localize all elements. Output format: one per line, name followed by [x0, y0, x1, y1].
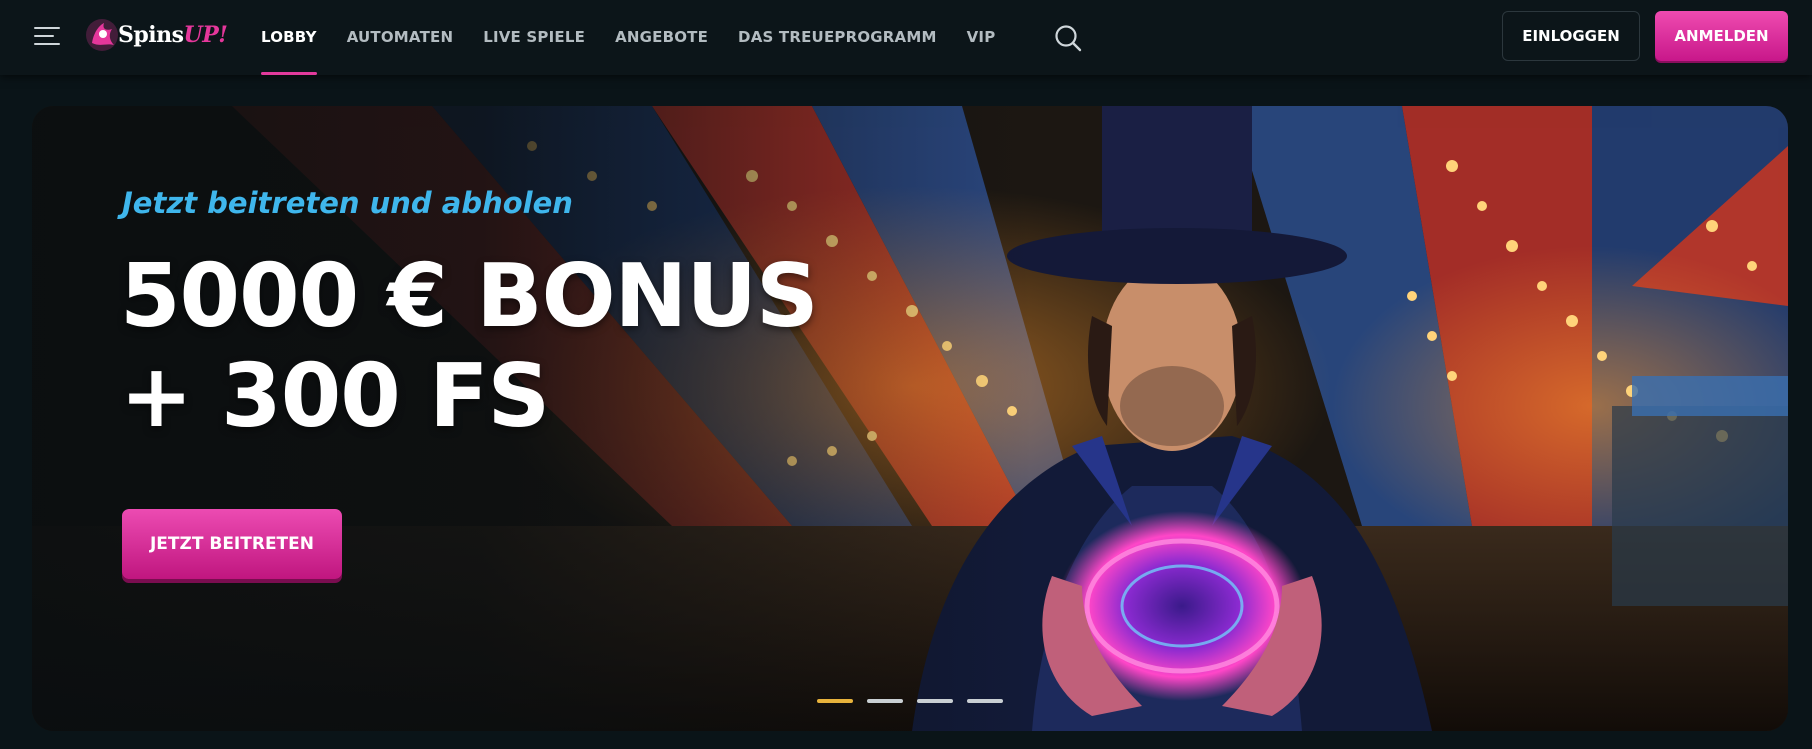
hero-subtitle: Jetzt beitreten und abholen: [122, 186, 573, 220]
search-icon[interactable]: [1053, 23, 1083, 53]
slide-dot-4[interactable]: [967, 699, 1003, 703]
slide-dot-2[interactable]: [867, 699, 903, 703]
join-now-button[interactable]: JETZT BEITRETEN: [122, 509, 342, 579]
nav-vip[interactable]: VIP: [967, 0, 996, 75]
nav-live-spiele[interactable]: LIVE SPIELE: [483, 0, 585, 75]
main-nav: LOBBY AUTOMATEN LIVE SPIELE ANGEBOTE DAS…: [261, 0, 1083, 75]
hero-headline: 5000 € BONUS + 300 FS: [120, 245, 819, 447]
site-logo[interactable]: SpinsUP!: [84, 15, 228, 55]
nav-automaten[interactable]: AUTOMATEN: [347, 0, 454, 75]
hero-headline-line2: + 300 FS: [120, 345, 550, 447]
slide-dot-3[interactable]: [917, 699, 953, 703]
menu-icon[interactable]: [34, 26, 60, 46]
register-button[interactable]: ANMELDEN: [1655, 11, 1788, 61]
login-button[interactable]: EINLOGGEN: [1502, 11, 1640, 61]
nav-angebote[interactable]: ANGEBOTE: [615, 0, 708, 75]
logo-text-accent: UP!: [183, 22, 228, 48]
logo-text-main: Spins: [118, 22, 184, 48]
hero-banner[interactable]: Jetzt beitreten und abholen 5000 € BONUS…: [32, 106, 1788, 731]
slide-dot-1[interactable]: [817, 699, 853, 703]
nav-lobby[interactable]: LOBBY: [261, 0, 317, 75]
hero-headline-line1: 5000 € BONUS: [120, 245, 819, 347]
slide-indicators: [817, 699, 1017, 703]
logo-icon: [86, 19, 118, 51]
nav-treueprogramm[interactable]: DAS TREUEPROGRAMM: [738, 0, 937, 75]
top-header: SpinsUP! LOBBY AUTOMATEN LIVE SPIELE ANG…: [0, 0, 1812, 75]
